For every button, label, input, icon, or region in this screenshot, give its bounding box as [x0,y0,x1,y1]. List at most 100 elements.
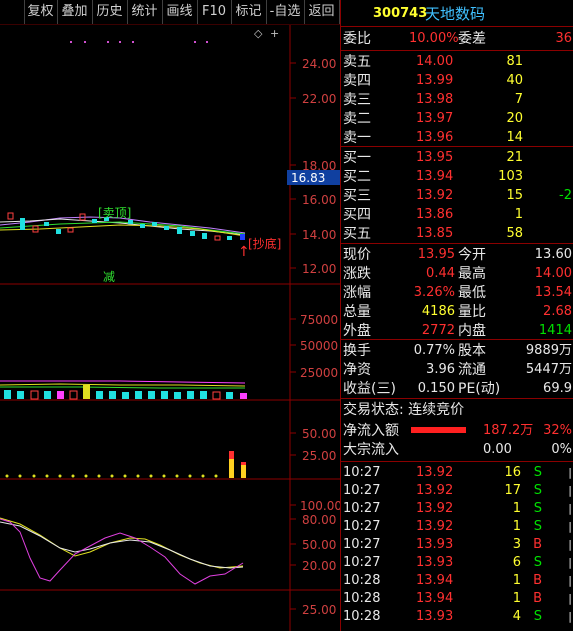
weicha-label: 委差 [458,31,486,47]
toolbar-biaoji-button[interactable]: 标记 [231,0,267,24]
bid-row[interactable]: 买三 13.92 15 -2 [341,187,573,205]
tick-price: 13.93 [416,555,454,570]
ask-row[interactable]: 卖五 14.00 81 [341,53,573,71]
quote-label: 量比 [458,304,486,320]
ask-volume: 7 [514,92,523,107]
tick-row[interactable]: 10:27 13.92 1 S | [341,500,573,518]
tick-volume: 17 [504,483,521,498]
panel3-axis: 50.00 25.00 [290,427,336,463]
tick-volume: 1 [512,501,521,516]
toolbar-tongji-button[interactable]: 统计 [127,0,163,24]
tick-side: S [533,519,542,534]
fund-label: 换手 [343,343,371,359]
ask-price: 14.00 [416,54,454,69]
tick-row[interactable]: 10:28 13.94 1 B | [341,590,573,608]
divider [341,146,573,147]
ask-row[interactable]: 卖四 13.99 40 [341,72,573,90]
volume-ma-line [0,380,246,384]
ask-label: 卖二 [343,111,371,127]
bid-row[interactable]: 买二 13.94 103 [341,168,573,186]
tick-row[interactable]: 10:28 13.93 4 S | [341,608,573,626]
toolbar-huaxian-button[interactable]: 画线 [162,0,198,24]
tick-row[interactable]: 10:27 13.92 1 S | [341,518,573,536]
panel4-tick: 20.00 [302,559,336,573]
tick-side: S [533,555,542,570]
weicha-value: 36 [555,31,572,46]
quote-value: 1414 [538,323,572,338]
toolbar-fuquan-button[interactable]: 复权 [24,0,58,24]
tick-volume: 1 [512,573,521,588]
bid-change: -2 [559,188,572,203]
fund-value: 69.9 [543,381,572,396]
tick-volume: 1 [512,519,521,534]
divider [341,461,573,462]
panel5-tick: 25.00 [302,603,336,617]
tick-time: 10:28 [343,591,381,606]
quote-value: 2772 [421,323,455,338]
volume-tick: 75000 [300,313,338,327]
fund-value: 3.96 [426,362,455,377]
stock-header: 300743 天地数码 [341,4,573,24]
bid-label: 买一 [343,150,371,166]
plus-icon[interactable]: + [270,27,279,40]
divider [341,26,573,27]
bid-row[interactable]: 买五 13.85 58 [341,225,573,243]
fund-label: 流通 [458,362,486,378]
toolbar-zixuan-button[interactable]: -自选 [266,0,305,24]
tick-time: 10:27 [343,555,381,570]
tick-price: 13.92 [416,501,454,516]
tick-sep: | [568,484,572,497]
ask-price: 13.97 [416,111,454,126]
panel4-tick: 50.00 [302,538,336,552]
bid-volume: 103 [498,169,523,184]
quote-label: 现价 [343,247,371,263]
tick-time: 10:27 [343,537,381,552]
kline-chart-area[interactable]: ◇ + 24.00 22.00 18.00 16.00 14.00 12.00 … [0,25,340,631]
quote-value: 14.00 [534,266,572,281]
net-flow-bar [411,427,466,433]
volume-axis: 75000 50000 25000 [290,313,338,380]
panel3-dots [5,474,218,478]
fund-value: 0.77% [413,343,455,358]
ask-volume: 14 [506,130,523,145]
tick-row[interactable]: 10:27 13.92 16 S | [341,464,573,482]
quote-label: 涨跌 [343,266,371,282]
tick-side: B [533,537,542,552]
quote-value: 13.54 [534,285,572,300]
tick-time: 10:27 [343,465,381,480]
diamond-icon[interactable]: ◇ [254,27,263,40]
fund-row: 收益(三) 0.150 PE(动) 69.9 [341,380,573,398]
quote-label: 外盘 [343,323,371,339]
quote-row: 涨跌 0.44 最高 14.00 [341,265,573,283]
ask-row[interactable]: 卖一 13.96 14 [341,129,573,147]
toolbar-f10-button[interactable]: F10 [197,0,232,24]
quote-value: 3.26% [413,285,455,300]
bid-volume: 15 [506,188,523,203]
toolbar: 复权 叠加 历史 统计 画线 F10 标记 -自选 返回 [0,0,340,25]
bid-row[interactable]: 买一 13.95 21 [341,149,573,167]
tick-row[interactable]: 10:28 13.94 1 B | [341,572,573,590]
quote-row: 涨幅 3.26% 最低 13.54 [341,284,573,302]
buy-bottom-label: [抄底] [248,236,281,251]
toolbar-diejia-button[interactable]: 叠加 [57,0,93,24]
tick-side: S [533,609,542,624]
tick-sep: | [568,538,572,551]
tick-price: 13.94 [416,591,454,606]
bid-price: 13.86 [416,207,454,222]
panel4-tick: 80.00 [302,513,336,527]
tick-row[interactable]: 10:27 13.93 3 B | [341,536,573,554]
tick-row[interactable]: 10:27 13.93 6 S | [341,554,573,572]
volume-tick: 50000 [300,339,338,353]
tick-price: 13.93 [416,537,454,552]
bid-row[interactable]: 买四 13.86 1 [341,206,573,224]
ask-row[interactable]: 卖二 13.97 20 [341,110,573,128]
ask-row[interactable]: 卖三 13.98 7 [341,91,573,109]
tick-row[interactable]: 10:27 13.92 17 S | [341,482,573,500]
toolbar-fanhui-button[interactable]: 返回 [304,0,340,24]
kdj-line-yellow [0,517,244,569]
price-tick: 14.00 [302,228,336,242]
quote-row: 总量 4186 量比 2.68 [341,303,573,321]
top-markers [70,41,208,43]
toolbar-lishi-button[interactable]: 历史 [92,0,128,24]
ask-volume: 81 [506,54,523,69]
